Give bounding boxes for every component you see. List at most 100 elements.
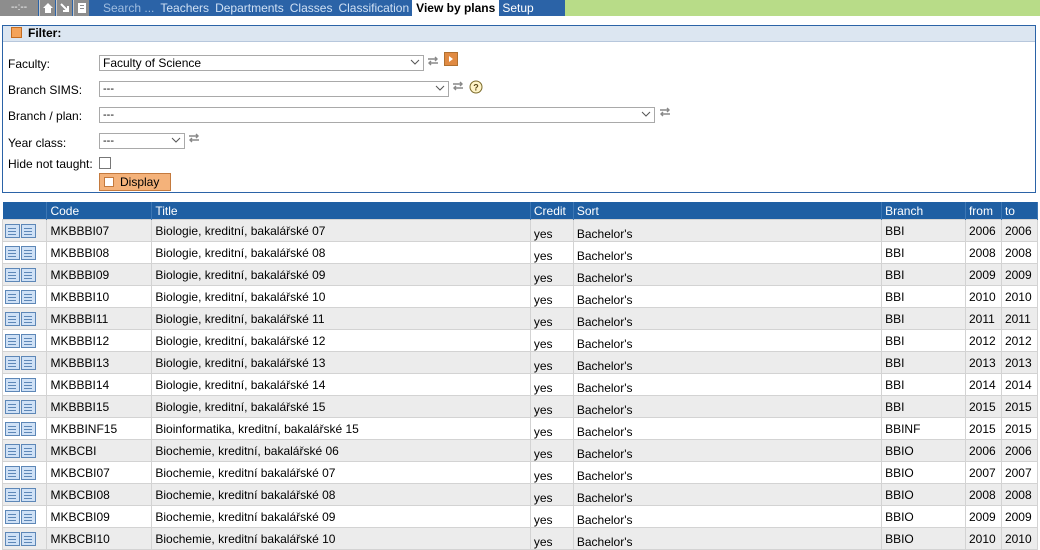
help-icon[interactable]: ?	[469, 80, 483, 94]
plan-document-icon[interactable]	[21, 421, 36, 436]
year-class-select[interactable]: ---	[99, 133, 185, 149]
branch-cell: BBIO	[881, 505, 966, 528]
plan-document-icon[interactable]	[21, 311, 36, 326]
view-plan-icon[interactable]	[5, 267, 20, 282]
table-row[interactable]: MKBBBI07 Biologie, kreditní, bakalářské 0…	[1, 219, 1039, 242]
hide-not-taught-checkbox[interactable]	[99, 157, 111, 169]
plan-document-icon[interactable]	[21, 443, 36, 458]
code-cell[interactable]: MKBCBI	[46, 439, 153, 462]
header-to[interactable]: to	[1001, 202, 1039, 220]
branch-plan-select[interactable]: ---	[99, 107, 655, 123]
nav-search[interactable]: Search ...	[100, 0, 157, 16]
title-cell: Biologie, kreditní, bakalářské 09	[151, 263, 531, 286]
plan-document-icon[interactable]	[21, 399, 36, 414]
plan-document-icon[interactable]	[21, 377, 36, 392]
display-button[interactable]: Display	[99, 173, 171, 191]
branch-sims-select[interactable]: ---	[99, 81, 449, 97]
title-cell: Biochemie, kreditní bakalářské 08	[151, 483, 531, 506]
view-plan-icon[interactable]	[5, 399, 20, 414]
table-row[interactable]: MKBBBI15 Biologie, kreditní, bakalářské 1…	[1, 395, 1039, 418]
plan-document-icon[interactable]	[21, 509, 36, 524]
to-cell: 2013	[1000, 351, 1039, 374]
view-plan-icon[interactable]	[5, 245, 20, 260]
sort-cell: Bachelor's	[572, 505, 883, 528]
plan-document-icon[interactable]	[21, 487, 36, 502]
view-plan-icon[interactable]	[5, 355, 20, 370]
plan-document-icon[interactable]	[21, 333, 36, 348]
go-icon[interactable]	[444, 52, 458, 66]
table-row[interactable]: MKBBBI08 Biologie, kreditní, bakalářské 0…	[1, 241, 1039, 264]
table-row[interactable]: MKBBINF15 Bioinformatika, kreditní, bakal…	[1, 417, 1039, 440]
code-cell[interactable]: MKBBBI11	[46, 307, 153, 330]
code-cell[interactable]: MKBBBI13	[46, 351, 153, 374]
code-cell[interactable]: MKBBBI08	[46, 241, 153, 264]
table-row[interactable]: MKBBBI14 Biologie, kreditní, bakalářské 1…	[1, 373, 1039, 396]
table-row[interactable]: MKBBBI13 Biologie, kreditní, bakalářské 1…	[1, 351, 1039, 374]
table-row[interactable]: MKBCBI07 Biochemie, kreditní bakalářské 0…	[1, 461, 1039, 484]
nav-departments[interactable]: Departments	[212, 0, 287, 16]
header-title[interactable]: Title	[151, 202, 531, 220]
filter-header[interactable]: Filter:	[3, 26, 1035, 42]
table-row[interactable]: MKBCBI10 Biochemie, kreditní bakalářské 1…	[1, 527, 1039, 550]
collapse-icon[interactable]	[11, 27, 22, 39]
header-branch[interactable]: Branch	[881, 202, 966, 220]
faculty-select[interactable]: Faculty of Science	[99, 55, 424, 71]
view-plan-icon[interactable]	[5, 487, 20, 502]
plan-document-icon[interactable]	[21, 223, 36, 238]
code-cell[interactable]: MKBBBI10	[46, 285, 153, 308]
view-plan-icon[interactable]	[5, 443, 20, 458]
arrow-down-right-icon[interactable]	[56, 0, 72, 16]
view-plan-icon[interactable]	[5, 333, 20, 348]
swap-arrows-icon[interactable]	[659, 106, 671, 118]
nav-classes[interactable]: Classes	[287, 0, 336, 16]
view-plan-icon[interactable]	[5, 289, 20, 304]
nav-view-by-plans[interactable]: View by plans	[412, 0, 500, 16]
view-plan-icon[interactable]	[5, 465, 20, 480]
view-plan-icon[interactable]	[5, 421, 20, 436]
plan-document-icon[interactable]	[21, 267, 36, 282]
top-navigation: --:-- Search ... Teachers Departments Cl…	[0, 0, 1040, 16]
header-from[interactable]: from	[965, 202, 1002, 220]
view-plan-icon[interactable]	[5, 377, 20, 392]
code-cell[interactable]: MKBBBI07	[46, 219, 153, 242]
code-cell[interactable]: MKBCBI07	[46, 461, 153, 484]
swap-arrows-icon[interactable]	[427, 55, 439, 67]
code-cell[interactable]: MKBBBI12	[46, 329, 153, 352]
nav-classification[interactable]: Classification	[335, 0, 412, 16]
home-icon[interactable]	[39, 0, 55, 16]
swap-arrows-icon[interactable]	[188, 132, 200, 144]
plan-document-icon[interactable]	[21, 531, 36, 546]
table-row[interactable]: MKBBBI11 Biologie, kreditní, bakalářské 1…	[1, 307, 1039, 330]
code-cell[interactable]: MKBBBI15	[46, 395, 153, 418]
header-credit[interactable]: Credit	[530, 202, 574, 220]
from-cell: 2015	[964, 395, 1002, 418]
code-cell[interactable]: MKBCBI08	[46, 483, 153, 506]
table-row[interactable]: MKBCBI Biochemie, kreditní, bakalářské 06…	[1, 439, 1039, 462]
nav-teachers[interactable]: Teachers	[157, 0, 212, 16]
code-cell[interactable]: MKBCBI10	[46, 527, 153, 550]
header-sort[interactable]: Sort	[573, 202, 883, 220]
chevron-down-icon	[435, 85, 445, 91]
print-icon[interactable]	[73, 0, 89, 16]
plan-document-icon[interactable]	[21, 245, 36, 260]
table-row[interactable]: MKBBBI10 Biologie, kreditní, bakalářské 1…	[1, 285, 1039, 308]
view-plan-icon[interactable]	[5, 311, 20, 326]
code-cell[interactable]: MKBBBI14	[46, 373, 153, 396]
table-row[interactable]: MKBBBI09 Biologie, kreditní, bakalářské 0…	[1, 263, 1039, 286]
table-row[interactable]: MKBCBI08 Biochemie, kreditní bakalářské 0…	[1, 483, 1039, 506]
view-plan-icon[interactable]	[5, 223, 20, 238]
branch-cell: BBI	[881, 307, 966, 330]
view-plan-icon[interactable]	[5, 509, 20, 524]
header-code[interactable]: Code	[46, 202, 153, 220]
code-cell[interactable]: MKBCBI09	[46, 505, 153, 528]
table-row[interactable]: MKBCBI09 Biochemie, kreditní bakalářské 0…	[1, 505, 1039, 528]
nav-setup[interactable]: Setup	[499, 0, 536, 16]
plan-document-icon[interactable]	[21, 465, 36, 480]
plan-document-icon[interactable]	[21, 289, 36, 304]
table-row[interactable]: MKBBBI12 Biologie, kreditní, bakalářské 1…	[1, 329, 1039, 352]
plan-document-icon[interactable]	[21, 355, 36, 370]
view-plan-icon[interactable]	[5, 531, 20, 546]
swap-arrows-icon[interactable]	[452, 80, 464, 92]
code-cell[interactable]: MKBBBI09	[46, 263, 153, 286]
code-cell[interactable]: MKBBINF15	[46, 417, 153, 440]
